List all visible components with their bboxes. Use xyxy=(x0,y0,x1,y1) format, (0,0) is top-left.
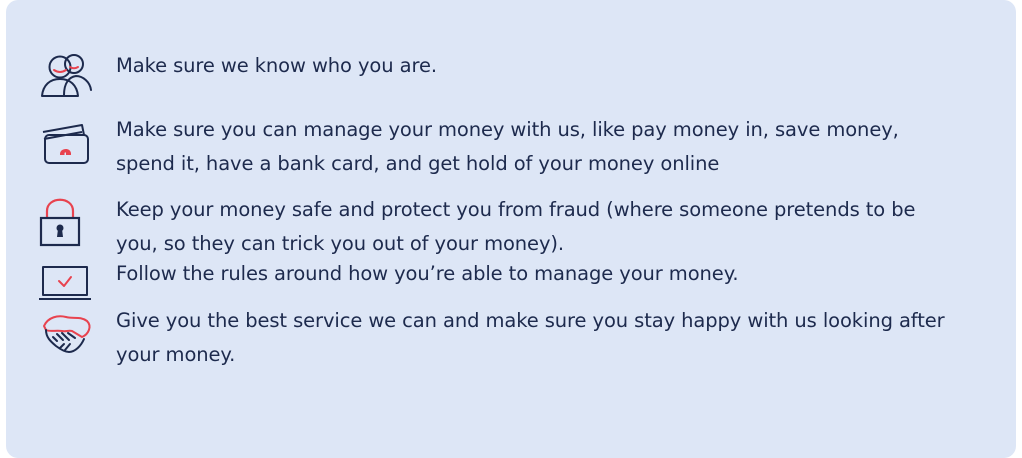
padlock-icon xyxy=(39,198,81,247)
list-item-service: Give you the best service we can and mak… xyxy=(38,304,946,372)
list-item-text: Keep your money safe and protect you fro… xyxy=(116,198,916,255)
list-item-manage-money: Make sure you can manage your money with… xyxy=(38,113,946,181)
list-item-identity: Make sure we know who you are. xyxy=(38,49,946,103)
list-item-text: Give you the best service we can and mak… xyxy=(116,309,945,366)
list-item-text: Make sure you can manage your money with… xyxy=(116,118,899,175)
laptop-check-icon xyxy=(39,266,91,300)
handshake-icon xyxy=(43,315,91,353)
bank-card-icon xyxy=(42,124,89,164)
list-item-text: Make sure we know who you are. xyxy=(116,54,437,77)
list-item-text: Follow the rules around how you’re able … xyxy=(116,262,739,285)
info-card: Make sure we know who you are. Make sure… xyxy=(6,0,1016,458)
list-item-safety: Keep your money safe and protect you fro… xyxy=(38,193,946,261)
people-icon xyxy=(41,54,92,97)
list-item-rules: Follow the rules around how you’re able … xyxy=(38,257,946,311)
